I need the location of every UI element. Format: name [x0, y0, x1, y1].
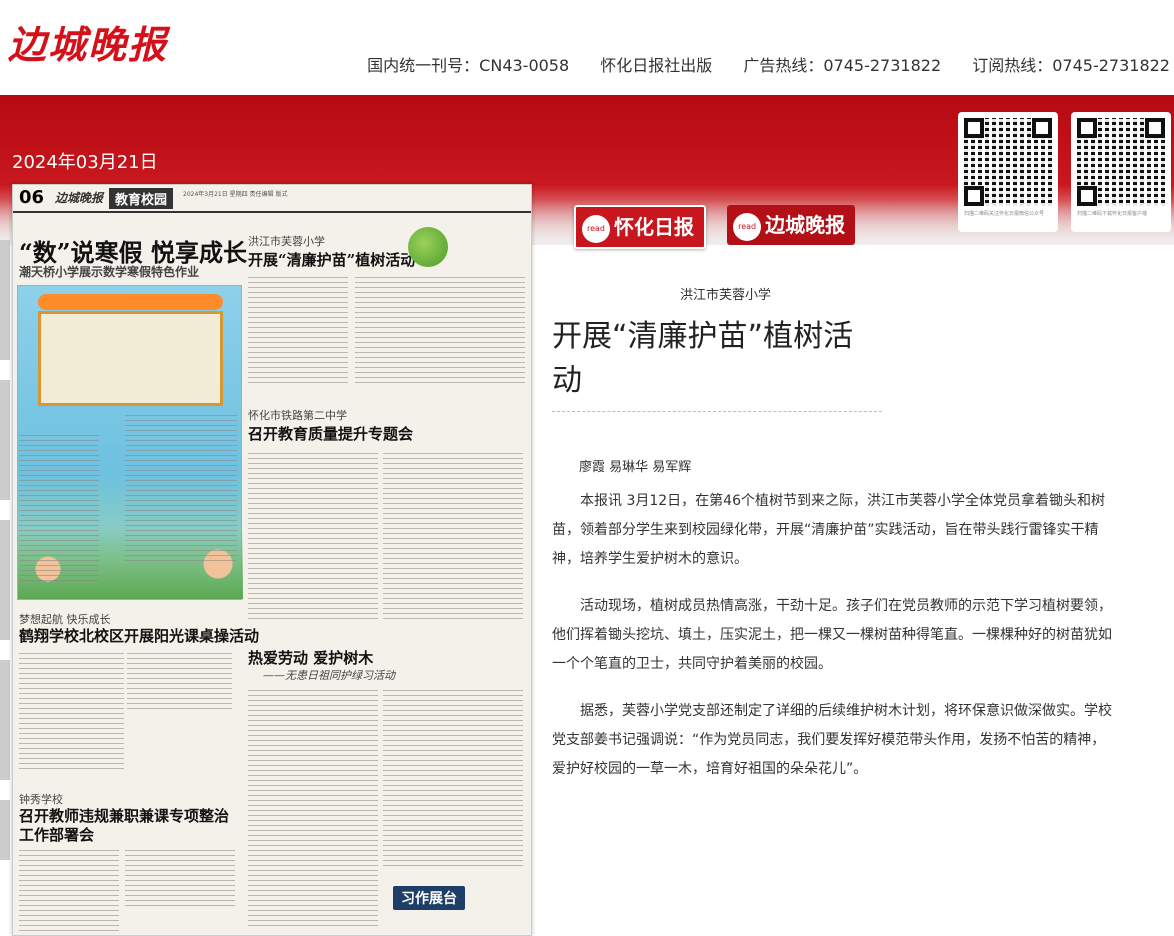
story-text-block [248, 277, 348, 387]
read-icon: read [733, 212, 762, 241]
qr-caption: 扫描二维码关注怀化日报微信公众号 [964, 211, 1045, 217]
story-title[interactable]: 开展“清廉护苗”植树活动 [248, 249, 415, 270]
article: 洪江市芙蓉小学 开展“清廉护苗”植树活动 廖霞 易琳华 易军辉 本报讯 3月12… [552, 284, 1112, 784]
qr-code-icon [964, 118, 1052, 206]
info-publisher: 怀化日报社出版 [600, 56, 713, 75]
issue-date: 2024年03月21日 [12, 152, 158, 173]
page-number: 06 [19, 187, 45, 208]
article-kicker: 洪江市芙蓉小学 [680, 288, 772, 303]
feature-badge: 习作展台 [393, 880, 465, 920]
tree-icon [408, 227, 448, 267]
qr-code-app: 扫描二维码下载怀化日报客户端 [1071, 112, 1171, 232]
story-text-block [383, 690, 523, 870]
story-text-block [19, 850, 119, 935]
read-icon: read [582, 214, 610, 243]
tab-label: 怀化日报 [614, 215, 694, 239]
article-title: 开展“清廉护苗”植树活动 [552, 311, 882, 412]
newspaper-page[interactable]: 06 边城晚报 教育校园 2024年3月21日 星期四 责任编辑 版式 “数”说… [12, 184, 532, 936]
story-text-block [355, 277, 525, 387]
article-paragraph: 据悉，芙蓉小学党支部还制定了详细的后续维护树木计划，将环保意识做深做实。学校党支… [552, 703, 1112, 777]
qr-code-wechat: 扫描二维码关注怀化日报微信公众号 [958, 112, 1058, 232]
info-issn: 国内统一刊号：CN43-0058 [367, 56, 570, 75]
paper-tabs: read 怀化日报 read 边城晚报 [574, 205, 871, 249]
page-header: 06 边城晚报 教育校园 2024年3月21日 星期四 责任编辑 版式 [13, 185, 531, 213]
feature-label: 习作展台 [393, 886, 465, 910]
publication-info: 国内统一刊号：CN43-0058 怀化日报社出版 广告热线：0745-27318… [341, 52, 1170, 76]
left-edge-decoration [0, 240, 10, 860]
article-paragraph: 本报讯 3月12日，在第46个植树节到来之际，洪江市芙蓉小学全体党员拿着锄头和树… [552, 493, 1105, 567]
story-text-block [248, 453, 378, 623]
story-text-block [125, 850, 235, 910]
story-text-block [248, 690, 378, 930]
info-ad-hotline: 广告热线：0745-2731822 [743, 56, 942, 75]
story-title[interactable]: 鹤翔学校北校区开展阳光课桌操活动 [19, 625, 259, 646]
story-kicker: 洪江市芙蓉小学 [248, 235, 325, 248]
story-text-block [127, 653, 232, 713]
article-author: 廖霞 易琳华 易军辉 [579, 460, 692, 475]
qr-caption: 扫描二维码下载怀化日报客户端 [1077, 211, 1148, 217]
story-text-block [19, 653, 124, 773]
story-kicker: 钟秀学校 [19, 793, 63, 806]
site-header: 边城晚报 国内统一刊号：CN43-0058 怀化日报社出版 广告热线：0745-… [0, 0, 1174, 95]
story-title[interactable]: 召开教师违规兼职兼课专项整治工作部署会 [19, 807, 234, 845]
story-kicker: 怀化市铁路第二中学 [248, 409, 347, 422]
story-text-block [19, 435, 99, 585]
page-section: 教育校园 [109, 188, 174, 209]
qr-code-icon [1077, 118, 1165, 206]
story-title[interactable]: 召开教育质量提升专题会 [248, 423, 413, 444]
page-meta: 2024年3月21日 星期四 责任编辑 版式 [183, 191, 288, 198]
story-title[interactable]: 热爱劳动 爱护树木 [248, 647, 373, 668]
tab-huaihua-daily[interactable]: read 怀化日报 [574, 205, 706, 249]
story-text-block [383, 453, 523, 623]
site-logo[interactable]: 边城晚报 [8, 14, 168, 69]
story-text-block [125, 415, 237, 565]
page: 边城晚报 国内统一刊号：CN43-0058 怀化日报社出版 广告热线：0745-… [0, 0, 1174, 936]
tab-biancheng-evening[interactable]: read 边城晚报 [727, 205, 856, 245]
tab-label: 边城晚报 [765, 213, 846, 237]
story-subtitle: ——无患日祖同护绿习活动 [263, 669, 395, 682]
article-paragraph: 活动现场，植树成员热情高涨，干劲十足。孩子们在党员教师的示范下学习植树要领，他们… [552, 598, 1112, 672]
story-subtitle: 潮天桥小学展示数学寒假特色作业 [19, 265, 200, 279]
info-subscription-hotline: 订阅热线：0745-2731822 [972, 56, 1170, 75]
page-brand: 边城晚报 [55, 191, 104, 205]
